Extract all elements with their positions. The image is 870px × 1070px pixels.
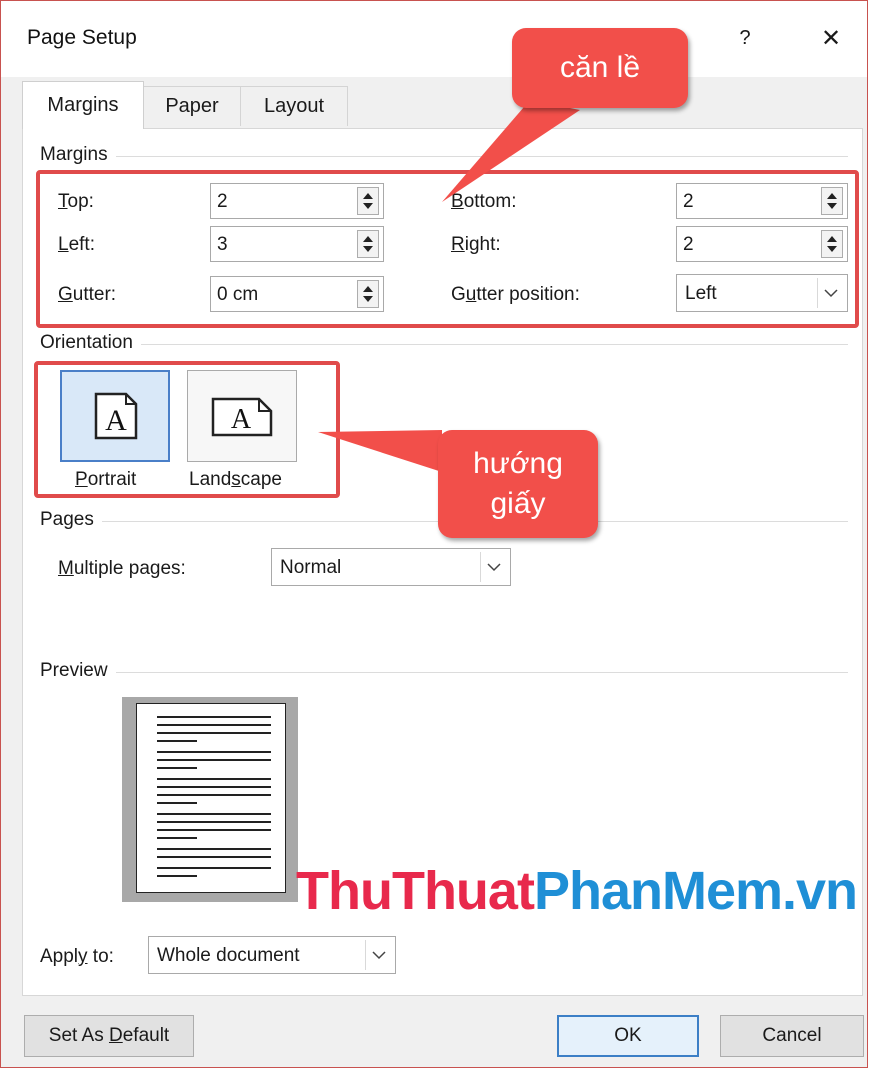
help-button[interactable]: ? <box>722 16 768 60</box>
tab-paper[interactable]: Paper <box>143 86 241 126</box>
preview-text-line <box>157 751 271 753</box>
preview-text-line <box>157 716 271 718</box>
set-as-default-button[interactable]: Set As Default <box>24 1015 194 1057</box>
preview-group-divider <box>40 672 848 673</box>
multiple-pages-value: Normal <box>280 557 342 578</box>
preview-text-line <box>157 786 271 788</box>
watermark: ThuThuatPhanMem.vn <box>296 861 858 921</box>
chevron-down-icon[interactable] <box>480 552 507 582</box>
orientation-callout-line2: giấy <box>490 487 546 520</box>
tab-paper-label: Paper <box>165 95 219 117</box>
preview-text-line <box>157 724 271 726</box>
margins-callout: căn lề <box>512 28 688 108</box>
multiple-pages-label: Multiple pages: <box>58 558 186 579</box>
preview-text-line <box>157 802 197 804</box>
tab-margins[interactable]: Margins <box>22 81 144 129</box>
orientation-group-title: Orientation <box>40 332 141 354</box>
preview-text-line <box>157 867 271 869</box>
preview-text-line <box>157 875 197 877</box>
preview-text-line <box>157 856 271 858</box>
set-as-default-label-pre: Set As <box>48 1025 109 1046</box>
preview-text-line <box>157 829 271 831</box>
preview-text-line <box>157 759 271 761</box>
pages-group-title: Pages <box>40 509 102 531</box>
margins-group-title: Margins <box>40 144 116 166</box>
orientation-callout-pointer <box>318 430 442 472</box>
preview-text-line <box>157 794 271 796</box>
close-button[interactable]: ✕ <box>808 16 854 60</box>
tab-layout[interactable]: Layout <box>240 86 348 126</box>
preview-text-line <box>157 767 197 769</box>
preview-text-line <box>157 740 197 742</box>
preview-group-title: Preview <box>40 660 116 682</box>
cancel-label: Cancel <box>762 1025 822 1046</box>
apply-to-value: Whole document <box>157 945 300 966</box>
orientation-callout-line1: hướng <box>473 447 563 480</box>
apply-to-label: Apply to: <box>40 946 114 967</box>
chevron-down-icon[interactable] <box>365 940 392 970</box>
preview-text-line <box>157 848 271 850</box>
preview-text-line <box>157 778 271 780</box>
orientation-highlight-box <box>34 361 340 498</box>
tab-layout-label: Layout <box>263 95 325 117</box>
apply-to-select[interactable]: Whole document <box>148 936 396 974</box>
ok-label: OK <box>614 1025 642 1046</box>
dialog-title: Page Setup <box>27 26 137 49</box>
tab-margins-label: Margins <box>47 94 119 116</box>
close-icon: ✕ <box>820 24 842 52</box>
preview-page <box>136 703 286 893</box>
preview-text-line <box>157 813 271 815</box>
preview-text-line <box>157 821 271 823</box>
orientation-callout: hướng giấy <box>438 430 598 538</box>
ok-button[interactable]: OK <box>557 1015 699 1057</box>
preview-text-line <box>157 732 271 734</box>
cancel-button[interactable]: Cancel <box>720 1015 864 1057</box>
help-icon: ? <box>739 26 751 49</box>
orientation-group-divider <box>40 344 848 345</box>
multiple-pages-select[interactable]: Normal <box>271 548 511 586</box>
margins-callout-text: căn lề <box>559 51 641 84</box>
preview-text-line <box>157 837 197 839</box>
margins-callout-pointer <box>442 100 580 202</box>
